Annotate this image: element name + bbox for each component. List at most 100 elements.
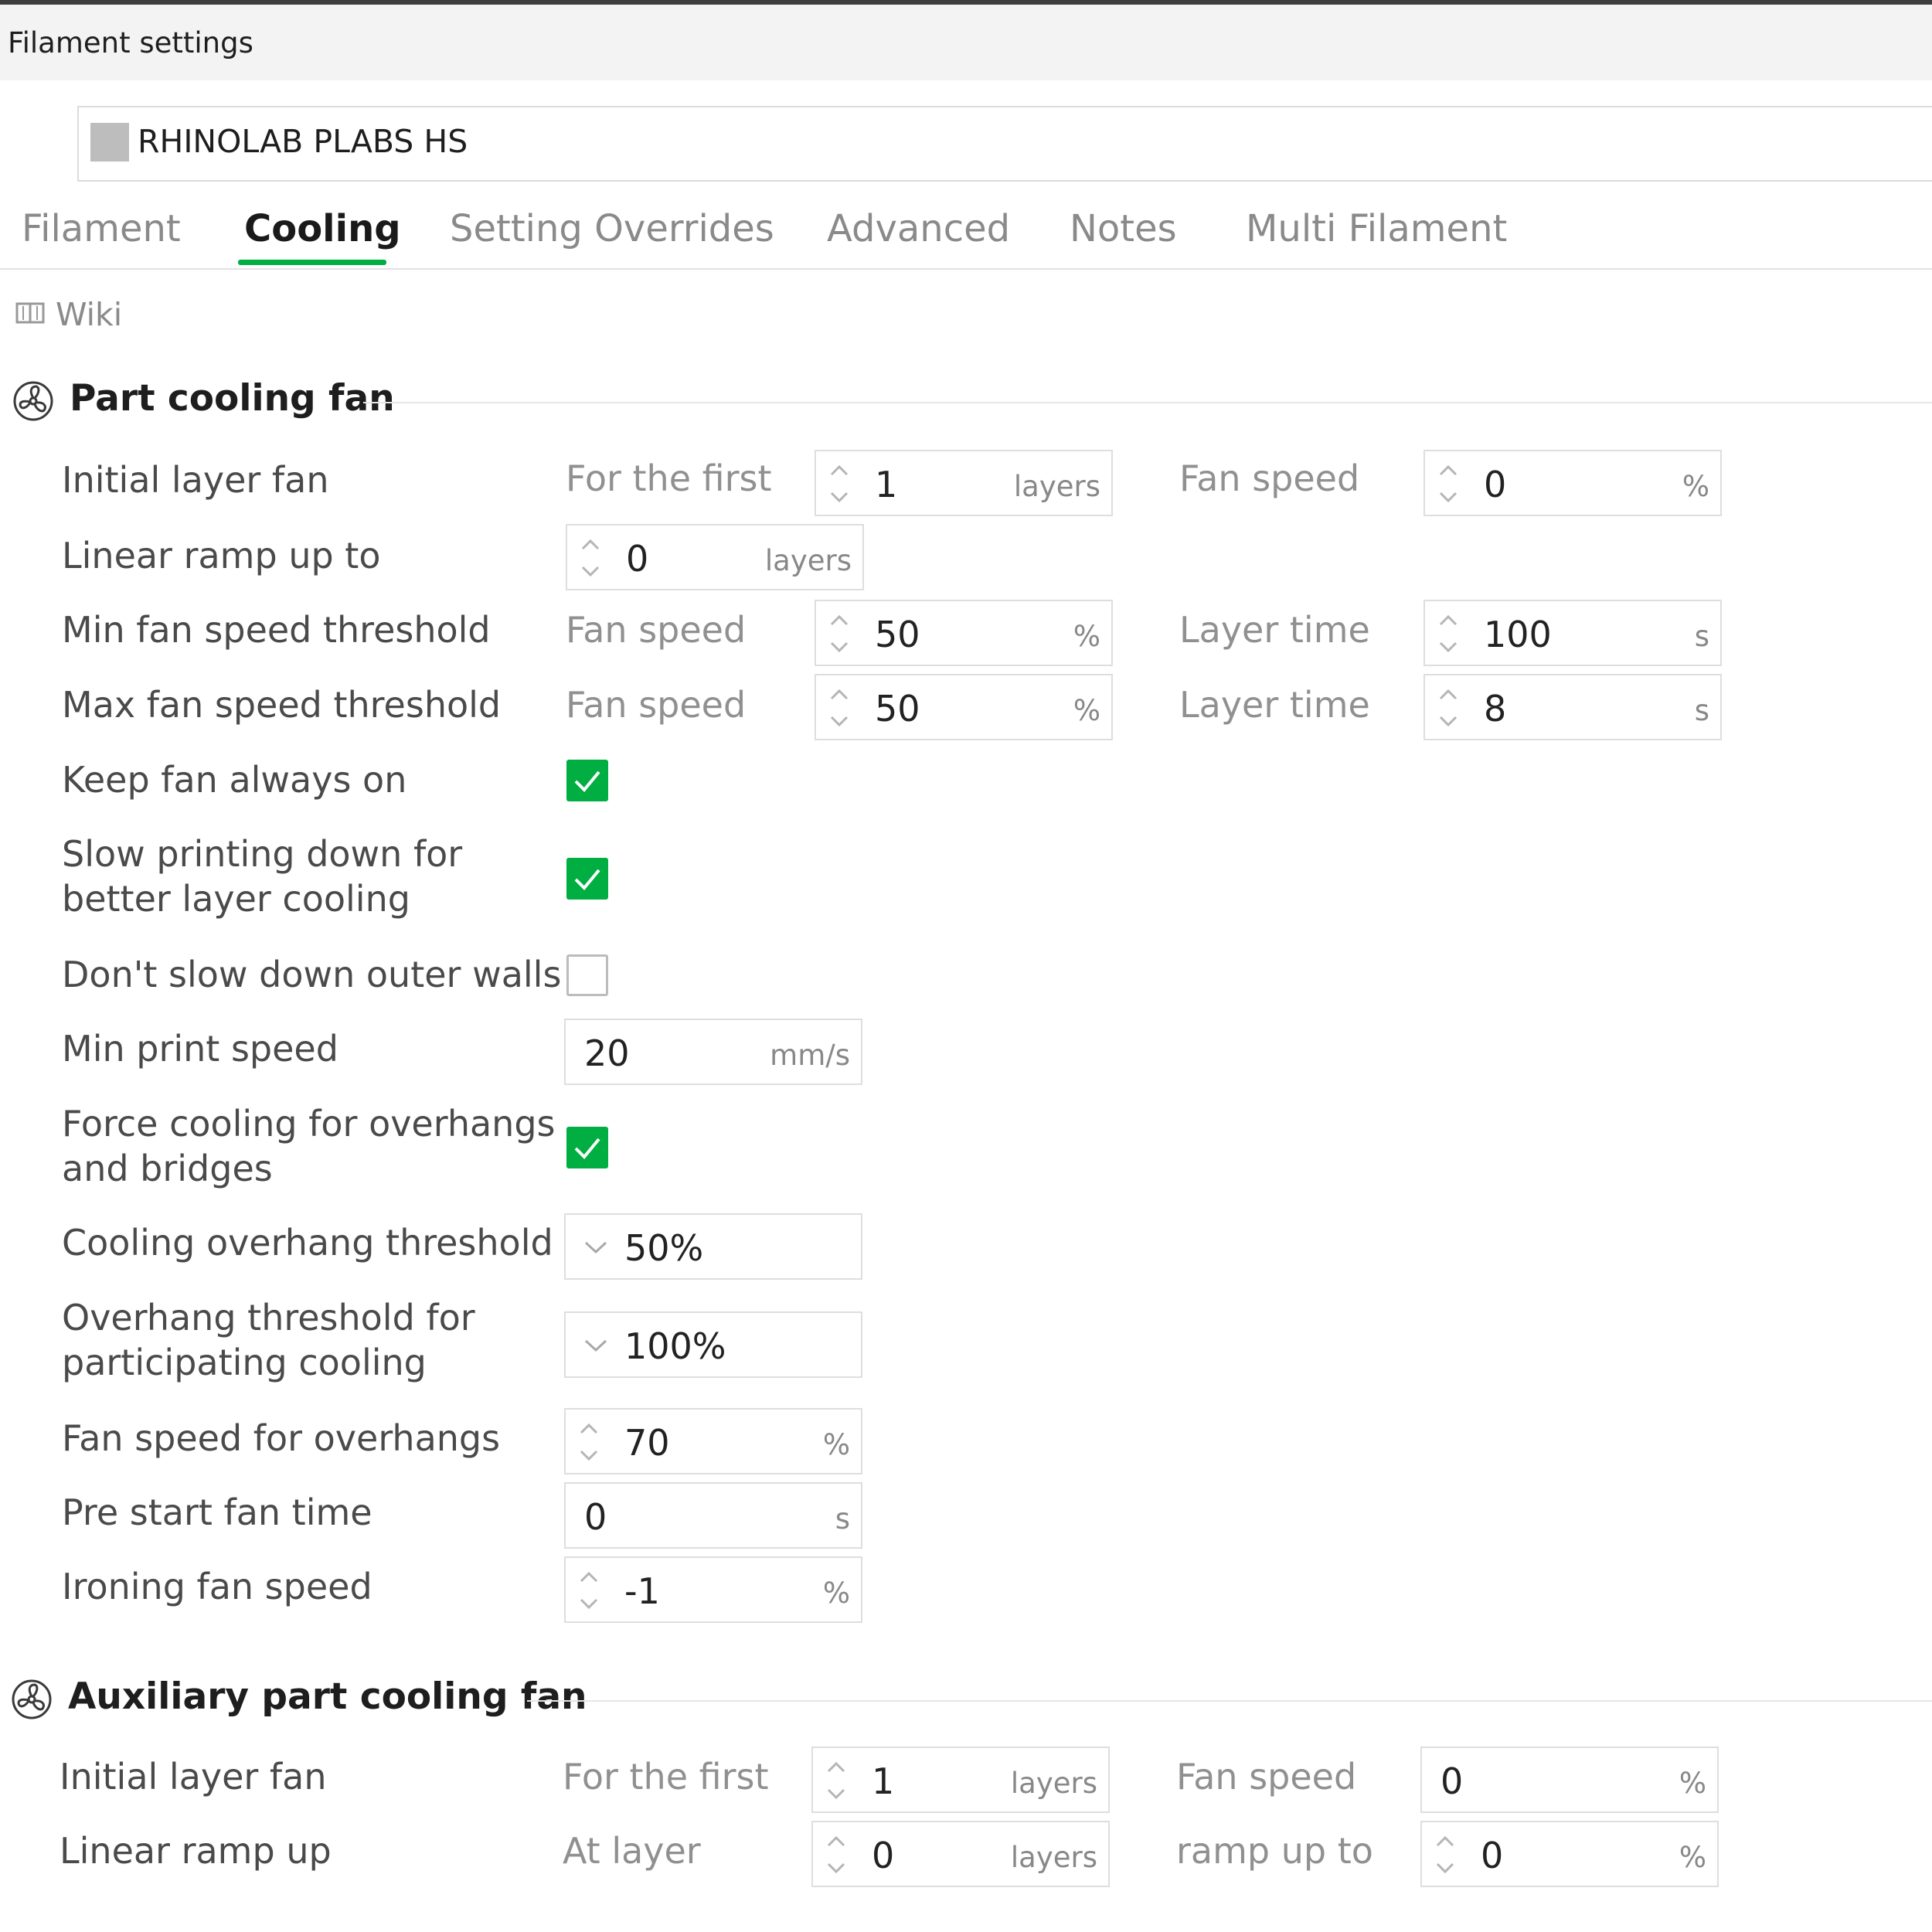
dropdown-value: 100%: [624, 1325, 726, 1367]
preset-name: RHINOLAB PLABS HS: [138, 123, 468, 160]
tab-divider: [0, 268, 1932, 270]
filament-color-swatch: [90, 123, 129, 162]
stepper-value: 70: [624, 1422, 670, 1464]
label-pre-start-fan: Pre start fan time: [62, 1492, 372, 1533]
min-fan-speed-stepper[interactable]: 50 %: [815, 600, 1113, 666]
tab-cooling[interactable]: Cooling: [244, 207, 401, 250]
stepper-value: 8: [1484, 688, 1507, 730]
label-linear-ramp: Linear ramp up to: [62, 535, 381, 577]
label-force-cooling-line2: and bridges: [62, 1148, 273, 1189]
unit-label: layers: [1010, 1767, 1097, 1800]
stepper-value: 0: [1481, 1835, 1504, 1876]
stepper-value: 0: [626, 538, 649, 580]
label-force-cooling-line1: Force cooling for overhangs: [62, 1103, 556, 1145]
dont-slow-outer-checkbox[interactable]: [566, 954, 608, 996]
overhang-threshold-dropdown[interactable]: 50%: [564, 1213, 862, 1280]
tab-notes[interactable]: Notes: [1070, 207, 1177, 250]
force-cooling-checkbox[interactable]: [566, 1127, 608, 1168]
stepper-value: 1: [875, 464, 898, 505]
wiki-link[interactable]: Wiki: [56, 296, 122, 333]
fan-speed-overhangs-stepper[interactable]: 70 %: [564, 1408, 862, 1475]
spinner-arrows-icon[interactable]: [825, 682, 853, 734]
label-fan-speed-overhangs: Fan speed for overhangs: [62, 1417, 501, 1459]
spinner-arrows-icon[interactable]: [1434, 607, 1462, 660]
label-for-the-first: For the first: [563, 1756, 769, 1798]
aux-initial-layer-count-stepper[interactable]: 1 layers: [811, 1747, 1110, 1813]
linear-ramp-stepper[interactable]: 0 layers: [566, 524, 864, 590]
section-title-aux-cooling: Auxiliary part cooling fan: [68, 1675, 587, 1718]
spinner-arrows-icon[interactable]: [822, 1828, 850, 1881]
unit-label: %: [822, 1428, 850, 1461]
fan-icon: [12, 380, 54, 422]
max-layer-time-stepper[interactable]: 8 s: [1423, 674, 1722, 740]
spinner-arrows-icon[interactable]: [825, 457, 853, 510]
stepper-value: 50: [875, 688, 920, 730]
unit-label: %: [1073, 694, 1100, 727]
label-for-the-first: For the first: [566, 457, 772, 499]
spinner-arrows-icon[interactable]: [1431, 1828, 1459, 1881]
fan-icon: [11, 1679, 53, 1720]
spinner-arrows-icon[interactable]: [577, 532, 604, 584]
unit-label: s: [1694, 694, 1709, 727]
label-aux-linear-ramp: Linear ramp up: [60, 1830, 332, 1872]
label-fan-speed: Fan speed: [566, 684, 747, 726]
unit-label: %: [1679, 1767, 1706, 1800]
label-fan-speed: Fan speed: [1179, 457, 1360, 499]
chevron-down-icon[interactable]: [581, 1232, 611, 1261]
ironing-fan-stepper[interactable]: -1 %: [564, 1556, 862, 1623]
min-layer-time-stepper[interactable]: 100 s: [1423, 600, 1722, 666]
max-fan-speed-stepper[interactable]: 50 %: [815, 674, 1113, 740]
pre-start-fan-input[interactable]: 0 s: [564, 1482, 862, 1549]
stepper-value: -1: [624, 1570, 660, 1612]
label-ramp-up-to: ramp up to: [1176, 1830, 1373, 1872]
tab-setting-overrides[interactable]: Setting Overrides: [450, 207, 774, 250]
chevron-down-icon[interactable]: [581, 1330, 611, 1359]
initial-fan-speed-stepper[interactable]: 0 %: [1423, 450, 1722, 516]
stepper-value: 50: [875, 614, 920, 655]
tab-advanced[interactable]: Advanced: [827, 207, 1010, 250]
min-print-speed-input[interactable]: 20 mm/s: [564, 1019, 862, 1085]
section-divider: [527, 1700, 1932, 1702]
aux-ramp-up-stepper[interactable]: 0 %: [1420, 1821, 1719, 1887]
label-layer-time: Layer time: [1179, 609, 1370, 651]
stepper-value: 100: [1484, 614, 1552, 655]
stepper-value: 0: [1484, 464, 1507, 505]
unit-label: %: [822, 1577, 850, 1610]
spinner-arrows-icon[interactable]: [1434, 457, 1462, 510]
participating-threshold-dropdown[interactable]: 100%: [564, 1311, 862, 1378]
aux-initial-fan-speed-input[interactable]: 0 %: [1420, 1747, 1719, 1813]
input-value: 0: [1440, 1760, 1464, 1802]
label-participating-line2: participating cooling: [62, 1342, 427, 1383]
section-title-part-cooling: Part cooling fan: [70, 377, 395, 420]
unit-label: mm/s: [770, 1039, 850, 1072]
spinner-arrows-icon[interactable]: [822, 1754, 850, 1807]
label-slow-printing-line2: better layer cooling: [62, 878, 410, 920]
label-fan-speed: Fan speed: [1176, 1756, 1357, 1798]
checkmark-icon: [566, 858, 608, 900]
dropdown-value: 50%: [624, 1227, 704, 1269]
unit-label: s: [1694, 620, 1709, 653]
section-divider: [363, 402, 1932, 403]
unit-label: %: [1073, 620, 1100, 653]
spinner-arrows-icon[interactable]: [825, 607, 853, 660]
label-at-layer: At layer: [563, 1830, 701, 1872]
label-min-print-speed: Min print speed: [62, 1028, 338, 1070]
initial-layer-count-stepper[interactable]: 1 layers: [815, 450, 1113, 516]
label-dont-slow-outer: Don't slow down outer walls: [62, 954, 562, 995]
unit-label: layers: [764, 544, 852, 577]
spinner-arrows-icon[interactable]: [575, 1564, 603, 1617]
book-icon[interactable]: [15, 301, 45, 325]
spinner-arrows-icon[interactable]: [1434, 682, 1462, 734]
label-aux-initial-layer-fan: Initial layer fan: [60, 1756, 327, 1798]
preset-selector[interactable]: RHINOLAB PLABS HS: [77, 106, 1932, 182]
label-overhang-threshold: Cooling overhang threshold: [62, 1222, 553, 1264]
slow-printing-checkbox[interactable]: [566, 858, 608, 900]
aux-at-layer-stepper[interactable]: 0 layers: [811, 1821, 1110, 1887]
input-value: 0: [584, 1496, 607, 1538]
tab-filament[interactable]: Filament: [22, 207, 181, 250]
keep-fan-on-checkbox[interactable]: [566, 760, 608, 801]
tab-multi-filament[interactable]: Multi Filament: [1246, 207, 1507, 250]
label-initial-layer-fan: Initial layer fan: [62, 459, 329, 501]
label-keep-fan-on: Keep fan always on: [62, 759, 407, 801]
spinner-arrows-icon[interactable]: [575, 1416, 603, 1468]
